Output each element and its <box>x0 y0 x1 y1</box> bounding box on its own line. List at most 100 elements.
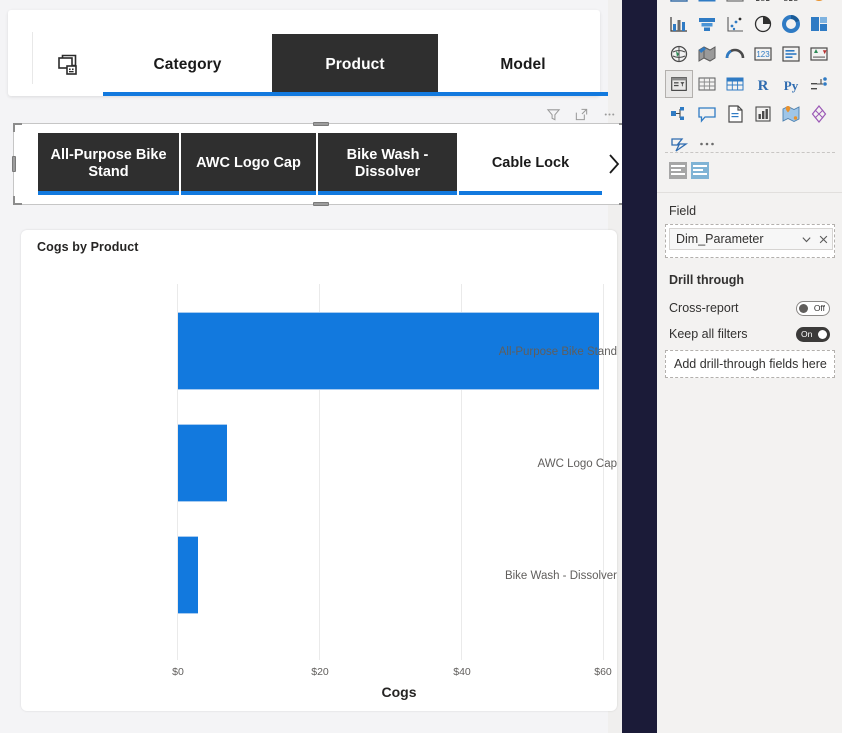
cross-report-toggle-state: Off <box>813 303 825 313</box>
power-bi-report-window: Category Product Model All-Purpose Bike … <box>0 0 842 733</box>
resize-handle-left-middle[interactable] <box>12 156 16 172</box>
svg-text:R: R <box>758 78 769 94</box>
drill-through-dropzone-label: Add drill-through fields here <box>674 357 827 371</box>
treemap-icon[interactable] <box>805 10 833 38</box>
field-section-label: Field <box>669 204 697 218</box>
slicer-visual-selected[interactable]: All-Purpose Bike Stand AWC Logo Cap Bike… <box>12 122 629 206</box>
donut-chart-icon[interactable] <box>777 10 805 38</box>
field-chip-label: Dim_Parameter <box>676 232 764 246</box>
slicer-tile-label: Bike Wash - Dissolver <box>346 146 429 180</box>
drill-through-fields-dropzone[interactable]: Add drill-through fields here <box>665 350 835 378</box>
focus-mode-icon[interactable] <box>568 103 594 125</box>
matrix-icon[interactable] <box>721 70 749 98</box>
resize-handle-top-middle[interactable] <box>312 122 329 126</box>
power-apps-icon[interactable] <box>749 100 777 128</box>
python-visual-icon[interactable]: Py <box>777 70 805 98</box>
setting-row-keep-all-filters: Keep all filters On <box>669 325 830 343</box>
nav-divider <box>32 32 33 84</box>
x-tick-0: $0 <box>172 666 184 678</box>
bar-awc-logo-cap[interactable] <box>178 424 227 502</box>
pie-donut-icon[interactable] <box>805 0 833 8</box>
slicer-tile-label: All-Purpose Bike Stand <box>50 146 167 180</box>
x-tick-40: $40 <box>453 666 471 678</box>
slicer-tile-label: AWC Logo Cap <box>196 155 301 172</box>
chevron-down-icon[interactable] <box>798 229 815 249</box>
field-well[interactable]: Dim_Parameter <box>665 224 835 258</box>
stacked-column-icon[interactable] <box>749 0 777 8</box>
slicer-tile-all-purpose-bike-stand[interactable]: All-Purpose Bike Stand <box>38 133 181 195</box>
gallery-row: R Py <box>657 70 842 98</box>
decomposition-tree-icon[interactable] <box>805 70 833 98</box>
toggle-knob <box>799 303 808 313</box>
filter-icon[interactable] <box>540 103 566 125</box>
drill-through-heading: Drill through <box>669 273 744 287</box>
paginated-report-icon[interactable] <box>721 100 749 128</box>
slicer-tile-label: Cable Lock <box>491 155 570 172</box>
filled-map-shape-icon[interactable] <box>693 40 721 68</box>
clustered-column-icon[interactable] <box>777 0 805 8</box>
visual-header-toolbar <box>540 103 622 125</box>
page-tab-product-label: Product <box>325 56 385 73</box>
bar-chart-visual[interactable]: Cogs by Product All-Purpose Bike Stand A… <box>21 230 617 711</box>
report-canvas: Category Product Model All-Purpose Bike … <box>0 0 629 733</box>
arc-gauge-icon[interactable] <box>721 40 749 68</box>
cross-report-toggle[interactable]: Off <box>796 300 830 316</box>
arcgis-maps-icon[interactable] <box>777 100 805 128</box>
bar-bike-wash-dissolver[interactable] <box>178 536 198 614</box>
page-tab-category-label: Category <box>153 56 222 73</box>
chart-plot-area: All-Purpose Bike Stand AWC Logo Cap Bike… <box>21 230 617 711</box>
page-tab-category[interactable]: Category <box>103 34 272 96</box>
gallery-row <box>657 100 842 128</box>
pane-divider <box>665 152 835 154</box>
more-options-icon[interactable] <box>596 103 622 125</box>
pie-chart-icon[interactable] <box>749 10 777 38</box>
gallery-row <box>657 10 842 38</box>
page-tab-product[interactable]: Product <box>272 34 438 96</box>
window-divider-band <box>622 0 657 733</box>
format-visual-icon[interactable] <box>691 162 709 179</box>
slicer-tile-bike-wash-dissolver[interactable]: Bike Wash - Dissolver <box>318 133 459 195</box>
scatter-chart-icon[interactable] <box>721 10 749 38</box>
slicer-tile-list: All-Purpose Bike Stand AWC Logo Cap Bike… <box>38 133 602 195</box>
pane-format-tabs <box>669 162 709 179</box>
build-visual-icon[interactable] <box>669 162 687 179</box>
x-tick-20: $20 <box>311 666 329 678</box>
r-script-visual-icon[interactable]: R <box>749 70 777 98</box>
slicer-tile-awc-logo-cap[interactable]: AWC Logo Cap <box>181 133 318 195</box>
page-navigator-visual: Category Product Model <box>8 10 608 96</box>
table-icon[interactable] <box>693 70 721 98</box>
resize-handle-bottom-left[interactable] <box>13 196 22 205</box>
gridline-60 <box>603 284 604 660</box>
svg-text:▼: ▼ <box>822 49 828 56</box>
line-area-icon[interactable] <box>721 0 749 8</box>
funnel-chart-icon[interactable] <box>693 10 721 38</box>
cross-report-label: Cross-report <box>669 301 739 315</box>
visualizations-pane: 123 ▼ R Py Field Dim_Parameter Drill thr… <box>657 0 842 733</box>
page-navigator-icon <box>55 52 83 80</box>
tile-underline <box>181 191 316 195</box>
close-icon[interactable] <box>815 229 832 249</box>
key-influencers-icon[interactable] <box>665 100 693 128</box>
page-tab-model-label: Model <box>500 56 546 73</box>
filled-map-icon[interactable] <box>693 0 721 8</box>
column-chart-icon[interactable] <box>665 10 693 38</box>
field-chip-dim-parameter[interactable]: Dim_Parameter <box>669 228 833 250</box>
page-tab-model[interactable]: Model <box>438 34 608 96</box>
category-label-bike-wash-dissolver: Bike Wash - Dissolver <box>504 570 617 582</box>
gallery-row: 123 ▼ <box>657 40 842 68</box>
slicer-tile-cable-lock[interactable]: Cable Lock <box>459 133 602 195</box>
card-number-icon[interactable]: 123 <box>749 40 777 68</box>
keep-all-filters-toggle[interactable]: On <box>796 326 830 342</box>
kpi-icon[interactable]: ▼ <box>805 40 833 68</box>
map-icon[interactable] <box>665 40 693 68</box>
smart-narrative-icon[interactable] <box>693 100 721 128</box>
resize-handle-bottom-middle[interactable] <box>312 202 329 206</box>
slicer-icon[interactable] <box>665 70 693 98</box>
tab-underline <box>103 92 272 96</box>
tile-underline <box>459 191 602 195</box>
resize-handle-top-left[interactable] <box>13 123 22 132</box>
area-chart-icon[interactable] <box>665 0 693 8</box>
visualization-gallery: 123 ▼ R Py <box>657 0 842 152</box>
azure-map-icon[interactable] <box>805 100 833 128</box>
multi-row-card-icon[interactable] <box>777 40 805 68</box>
